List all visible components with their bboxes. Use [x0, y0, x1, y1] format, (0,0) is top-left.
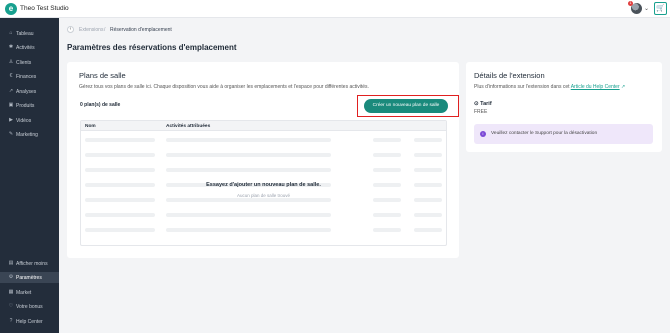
collapse-icon: ▤ — [8, 260, 14, 266]
breadcrumb-separator: / — [104, 27, 106, 33]
sidebar-item-videos[interactable]: ▶ Vidéos — [0, 115, 59, 126]
notification-badge: 1 — [628, 1, 633, 6]
chart-icon: ↗ — [8, 88, 14, 94]
skeleton-bar — [85, 228, 155, 232]
info-icon: i — [480, 131, 486, 137]
top-bar: e Theo Test Studio 1 ⌄ 🛒 — [0, 0, 670, 18]
skeleton-bar — [373, 198, 401, 202]
support-alert: i Veuillez contacter le Support pour la … — [474, 124, 653, 144]
skeleton-bar — [166, 153, 331, 157]
chevron-down-icon[interactable]: ⌄ — [644, 5, 649, 12]
play-icon: ▶ — [9, 117, 13, 123]
user-icon: ♙ — [8, 59, 14, 65]
sidebar-item-market[interactable]: ▦ Market — [0, 287, 59, 298]
sidebar-item-parametres[interactable]: ⚙ Paramètres — [0, 272, 59, 283]
skeleton-bar — [85, 168, 155, 172]
heart-icon: ♡ — [8, 303, 14, 309]
skeleton-bar — [166, 198, 331, 202]
breadcrumb-parent[interactable]: Extensions — [79, 27, 103, 33]
extension-details-title: Détails de l'extension — [474, 71, 545, 80]
skeleton-bar — [166, 228, 331, 232]
empty-state-subtitle: Aucun plan de salle trouvé — [236, 193, 291, 198]
gear-icon: ⚙ — [8, 274, 14, 280]
external-link-icon[interactable]: ↗ — [621, 84, 625, 90]
help-center-link[interactable]: Article du Help Center — [571, 84, 620, 90]
column-header-nom: Nom — [85, 124, 96, 129]
megaphone-icon: ✎ — [8, 131, 14, 137]
skeleton-bar — [414, 213, 442, 217]
tag-icon: ⊙ — [474, 101, 479, 107]
box-icon: ▣ — [8, 102, 14, 108]
sidebar-item-help-center[interactable]: ? Help Center — [0, 316, 59, 327]
brand-logo[interactable]: e — [5, 3, 17, 15]
create-floor-plan-button[interactable]: Créer un nouveau plan de salle — [364, 99, 448, 113]
skeleton-bar — [414, 228, 442, 232]
sidebar-item-finances[interactable]: € Finances — [0, 71, 59, 82]
sidebar-item-produits[interactable]: ▣ Produits — [0, 100, 59, 111]
skeleton-bar — [414, 198, 442, 202]
breadcrumb-current: Réservation d'emplacement — [110, 27, 172, 33]
sidebar-item-activites[interactable]: ✱ Activités — [0, 42, 59, 53]
sidebar-item-clients[interactable]: ♙ Clients — [0, 57, 59, 68]
skeleton-bar — [85, 213, 155, 217]
activity-icon: ✱ — [8, 44, 14, 50]
sidebar-item-marketing[interactable]: ✎ Marketing — [0, 129, 59, 140]
skeleton-bar — [85, 138, 155, 142]
sidebar-item-afficher-moins[interactable]: ▤ Afficher moins — [0, 258, 59, 269]
tarif-value: FREE — [474, 109, 488, 115]
help-icon: ? — [9, 318, 13, 324]
back-button[interactable]: ‹ — [67, 26, 74, 33]
skeleton-bar — [414, 153, 442, 157]
skeleton-bar — [414, 168, 442, 172]
store-icon: ▦ — [8, 289, 14, 295]
column-header-activites: Activités attribuées — [166, 124, 211, 129]
skeleton-bar — [166, 138, 331, 142]
skeleton-bar — [414, 138, 442, 142]
page-title: Paramètres des réservations d'emplacemen… — [67, 43, 237, 52]
home-icon: ⌂ — [9, 30, 13, 36]
skeleton-bar — [166, 213, 331, 217]
skeleton-bar — [166, 168, 331, 172]
table-header: Nom Activités attribuées — [81, 121, 446, 131]
sidebar-item-votre-bonus[interactable]: ♡ Votre bonus — [0, 301, 59, 312]
skeleton-bar — [373, 153, 401, 157]
floor-plans-title: Plans de salle — [79, 71, 126, 80]
floor-plans-table: Nom Activités attribuées Essayez d'ajout… — [80, 120, 447, 246]
sidebar-item-analyses[interactable]: ↗ Analyses — [0, 86, 59, 97]
floor-plan-count: 0 plan(s) de salle — [80, 102, 121, 108]
skeleton-bar — [373, 168, 401, 172]
extension-info-text: Plus d'informations sur l'extension dans… — [474, 84, 626, 90]
floor-plans-description: Gérez tous vos plans de salle ici. Chaqu… — [79, 84, 369, 90]
empty-state-title: Essayez d'ajouter un nouveau plan de sal… — [206, 182, 321, 188]
skeleton-bar — [373, 213, 401, 217]
sidebar: ⌂ Tableau ✱ Activités ♙ Clients € Finances ↗… — [0, 18, 59, 333]
skeleton-bar — [373, 138, 401, 142]
studio-name[interactable]: Theo Test Studio — [20, 5, 69, 12]
skeleton-bar — [85, 198, 155, 202]
alert-text: Veuillez contacter le Support pour la dé… — [491, 131, 598, 136]
currency-icon: € — [9, 73, 13, 79]
tarif-label: ⊙ Tarif — [474, 101, 492, 107]
skeleton-bar — [85, 153, 155, 157]
cart-icon[interactable]: 🛒 — [654, 2, 667, 15]
sidebar-item-tableau[interactable]: ⌂ Tableau — [0, 28, 59, 39]
skeleton-bar — [373, 228, 401, 232]
